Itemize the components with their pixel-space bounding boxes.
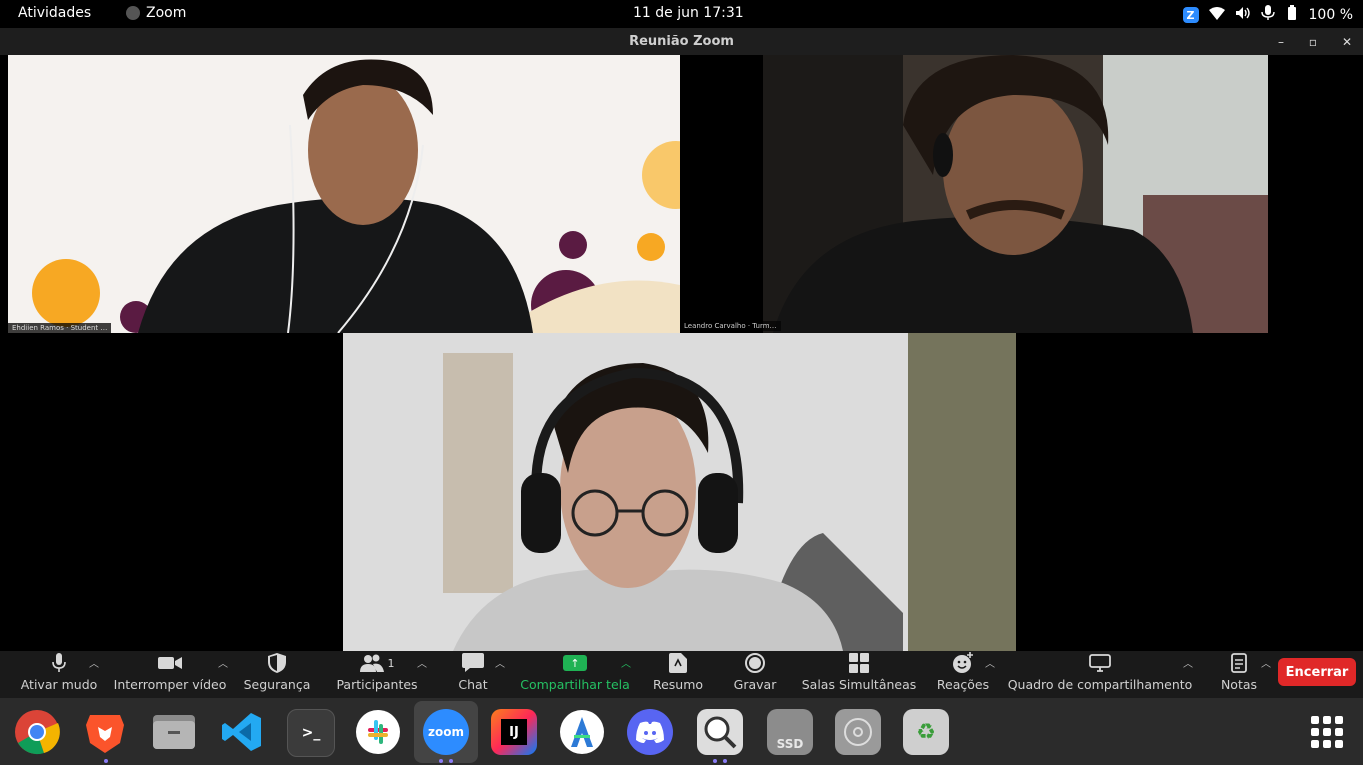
meeting-toolbar: Ativar mudo ︿ Interromper vídeo ︿ Segura… — [0, 651, 1363, 698]
reactions-button[interactable]: Reações — [937, 651, 989, 698]
participant-1-name: Ehdiien Ramos · Student … — [8, 323, 112, 333]
show-applications-icon[interactable] — [1311, 716, 1343, 748]
video-tile-participant-1[interactable]: Ehdiien Ramos · Student … — [8, 55, 680, 333]
volume-icon — [1235, 6, 1251, 24]
maximize-icon[interactable]: ▫ — [1303, 33, 1323, 51]
activities-button[interactable]: Atividades — [18, 5, 91, 21]
breakout-rooms-icon — [849, 651, 869, 675]
notes-options-chevron-icon[interactable]: ︿ — [1261, 655, 1271, 670]
breakout-rooms-button[interactable]: Salas Simultâneas — [801, 651, 917, 698]
app-menu[interactable]: Zoom — [126, 5, 186, 21]
share-screen-icon: ↑ — [563, 651, 587, 675]
clock[interactable]: 11 de jun 17:31 — [633, 5, 744, 21]
participants-count: 1 — [387, 656, 395, 670]
brave-icon[interactable] — [82, 709, 128, 755]
security-button[interactable]: Segurança — [244, 651, 310, 698]
participants-options-chevron-icon[interactable]: ︿ — [417, 655, 427, 670]
share-screen-button[interactable]: ↑ Compartilhar tela — [520, 651, 630, 698]
whiteboard-label: Quadro de compartilhamento — [1007, 677, 1193, 692]
app-menu-label: Zoom — [146, 5, 187, 21]
share-options-chevron-icon[interactable]: ︿ — [621, 655, 631, 670]
participant-2-name: Leandro Carvalho · Turm… — [680, 321, 781, 331]
security-label: Segurança — [243, 677, 311, 692]
running-indicator — [723, 759, 727, 763]
participant-1-video — [8, 55, 680, 333]
chrome-icon[interactable] — [14, 709, 60, 755]
notes-label: Notas — [1220, 677, 1258, 692]
participants-icon: 1 — [359, 651, 395, 675]
record-button[interactable]: Gravar — [733, 651, 777, 698]
summary-button[interactable]: Resumo — [652, 651, 704, 698]
stop-video-label: Interromper vídeo — [113, 677, 227, 692]
participant-2-video — [763, 55, 1268, 333]
record-icon — [745, 651, 765, 675]
video-camera-icon — [158, 651, 182, 675]
trash-icon[interactable]: ♻ — [903, 709, 949, 755]
running-indicator — [439, 759, 443, 763]
record-label: Gravar — [733, 677, 777, 692]
microphone-icon — [1260, 5, 1275, 25]
whiteboard-icon — [1089, 651, 1111, 675]
mute-button[interactable]: Ativar mudo — [20, 651, 98, 698]
wifi-icon — [1208, 6, 1225, 24]
summary-icon — [669, 651, 687, 675]
breakout-rooms-label: Salas Simultâneas — [801, 677, 917, 692]
files-icon[interactable] — [151, 709, 197, 755]
chat-options-chevron-icon[interactable]: ︿ — [495, 655, 505, 670]
whiteboard-button[interactable]: Quadro de compartilhamento — [1008, 651, 1192, 698]
zoom-label: zoom — [428, 725, 464, 739]
participants-button[interactable]: 1 Participantes — [336, 651, 418, 698]
system-tray[interactable]: Z 100 % — [1182, 5, 1353, 25]
disc-icon[interactable] — [835, 709, 881, 755]
whiteboard-options-chevron-icon[interactable]: ︿ — [1183, 655, 1193, 670]
discord-icon[interactable] — [627, 709, 673, 755]
reactions-options-chevron-icon[interactable]: ︿ — [985, 655, 995, 670]
video-tile-participant-3[interactable] — [343, 333, 1016, 651]
zoom-icon[interactable]: zoom — [423, 709, 469, 755]
participant-3-video — [343, 333, 1016, 651]
ssd-icon[interactable]: SSD — [767, 709, 813, 755]
window-title-bar: Reunião Zoom – ▫ ✕ — [0, 28, 1363, 55]
android-studio-icon[interactable] — [559, 709, 605, 755]
chat-label: Chat — [458, 677, 488, 692]
close-icon[interactable]: ✕ — [1337, 33, 1357, 51]
slack-icon[interactable] — [355, 709, 401, 755]
end-meeting-button[interactable]: Encerrar — [1278, 658, 1356, 686]
summary-label: Resumo — [652, 677, 704, 692]
terminal-label: >_ — [301, 725, 321, 741]
ssd-label: SSD — [776, 737, 804, 751]
vscode-icon[interactable] — [219, 709, 265, 755]
running-indicator — [449, 759, 453, 763]
chat-button[interactable]: Chat — [455, 651, 491, 698]
stop-video-button[interactable]: Interromper vídeo — [113, 651, 227, 698]
microphone-icon — [52, 651, 66, 675]
participants-label: Participantes — [336, 677, 418, 692]
intellij-icon[interactable]: IJ — [491, 709, 537, 755]
notes-icon — [1231, 651, 1247, 675]
battery-percent: 100 % — [1308, 7, 1353, 23]
dock: >_ zoom IJ SSD ♻ — [0, 698, 1363, 765]
reactions-label: Reações — [936, 677, 990, 692]
video-options-chevron-icon[interactable]: ︿ — [218, 655, 228, 670]
notes-button[interactable]: Notas — [1220, 651, 1258, 698]
chat-icon — [462, 651, 484, 675]
minimize-icon[interactable]: – — [1271, 33, 1291, 51]
share-screen-label: Compartilhar tela — [520, 677, 630, 692]
image-viewer-icon[interactable] — [697, 709, 743, 755]
running-indicator — [713, 759, 717, 763]
recycle-icon: ♻ — [916, 719, 936, 745]
system-top-bar: Atividades Zoom 11 de jun 17:31 Z 100 % — [0, 0, 1363, 28]
running-indicator — [104, 759, 108, 763]
window-title: Reunião Zoom — [629, 34, 734, 49]
reactions-smiley-icon — [952, 651, 974, 675]
video-tile-participant-2[interactable] — [763, 55, 1268, 333]
mute-label: Ativar mudo — [20, 677, 98, 692]
battery-icon — [1285, 5, 1299, 25]
intellij-label: IJ — [501, 719, 527, 745]
zoom-app-icon — [126, 6, 140, 20]
terminal-icon[interactable]: >_ — [287, 709, 335, 757]
mute-options-chevron-icon[interactable]: ︿ — [89, 655, 99, 670]
zoom-tray-icon[interactable]: Z — [1182, 7, 1199, 23]
shield-icon — [268, 651, 286, 675]
